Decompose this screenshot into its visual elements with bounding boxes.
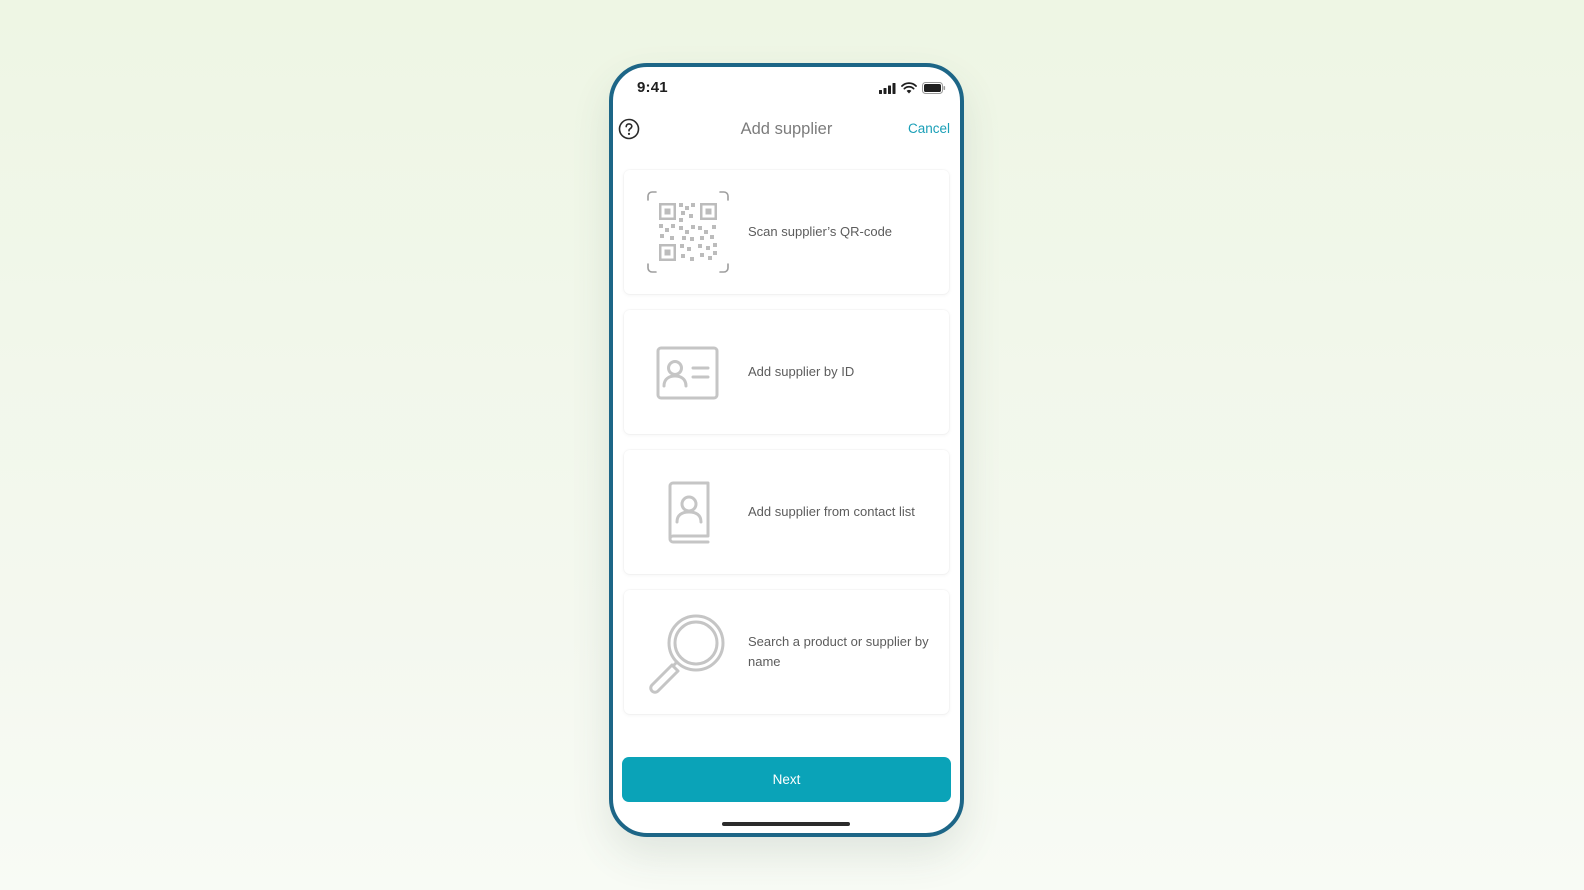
next-button[interactable]: Next <box>622 757 951 802</box>
option-contact-list[interactable]: Add supplier from contact list <box>624 450 949 574</box>
home-indicator <box>722 822 850 826</box>
option-search-by-name[interactable]: Search a product or supplier by name <box>624 590 949 714</box>
option-label: Scan supplier’s QR-code <box>748 224 893 239</box>
status-bar: 9:41 <box>613 67 960 107</box>
option-label: Add supplier from contact list <box>748 504 915 519</box>
qr-code-icon <box>646 190 730 274</box>
status-time: 9:41 <box>637 79 668 96</box>
contact-book-icon <box>646 470 730 554</box>
battery-icon <box>922 81 946 99</box>
magnifier-icon <box>646 610 730 694</box>
option-label: Add supplier by ID <box>748 364 855 379</box>
status-icons <box>879 81 946 99</box>
option-label: Search a product or supplier by name <box>748 634 929 669</box>
wifi-icon <box>901 81 917 99</box>
cancel-button[interactable]: Cancel <box>908 121 950 136</box>
phone-screen: 9:41 Add supplier Cancel Scan supplier’s… <box>609 63 964 837</box>
option-scan-qr[interactable]: Scan supplier’s QR-code <box>624 170 949 294</box>
option-add-by-id[interactable]: Add supplier by ID <box>624 310 949 434</box>
id-card-icon <box>646 330 730 414</box>
cellular-signal-icon <box>879 81 896 99</box>
navigation-bar: Add supplier Cancel <box>613 111 960 147</box>
add-supplier-options: Scan supplier’s QR-code Add supplier by … <box>624 170 949 730</box>
